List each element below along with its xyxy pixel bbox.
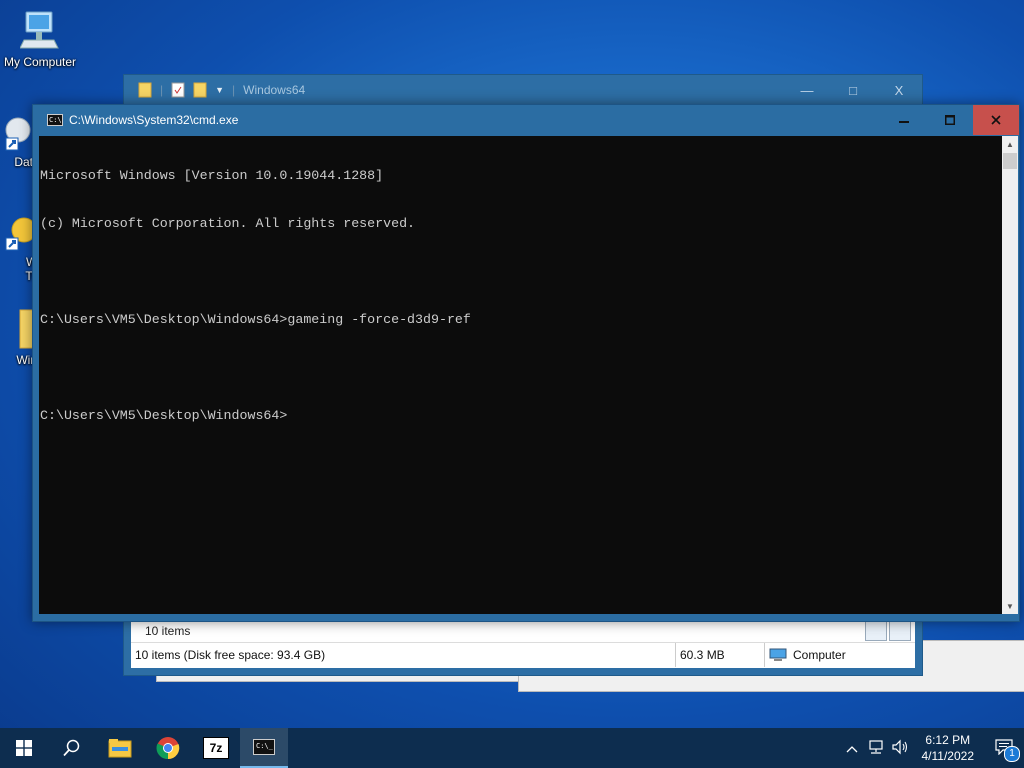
status-bar: 10 items (Disk free space: 93.4 GB) 60.3… — [131, 643, 915, 667]
cmd-titlebar[interactable]: C:\ C:\Windows\System32\cmd.exe — [33, 105, 1019, 135]
notification-button[interactable]: 1 — [984, 738, 1024, 762]
explorer-window-buttons: — □ X — [784, 83, 922, 98]
explorer-bottom-panel: 10 items 10 items (Disk free space: 93.4… — [131, 620, 915, 668]
view-buttons — [865, 621, 911, 641]
minimize-button[interactable] — [881, 105, 927, 135]
close-button[interactable]: X — [876, 83, 922, 98]
maximize-icon — [945, 115, 955, 125]
console-output[interactable]: Microsoft Windows [Version 10.0.19044.12… — [39, 136, 1002, 614]
explorer-title: Windows64 — [243, 83, 306, 97]
search-button[interactable] — [48, 728, 96, 768]
items-count: 10 items — [145, 624, 191, 638]
desktop-icon-label: My Computer — [3, 55, 77, 69]
status-items-free: 10 items (Disk free space: 93.4 GB) — [131, 643, 676, 667]
console-prompt[interactable]: C:\Users\VM5\Desktop\Windows64> — [39, 408, 1002, 424]
new-folder-icon[interactable] — [193, 82, 207, 98]
scrollbar-thumb[interactable] — [1003, 153, 1017, 169]
clock-date: 4/11/2022 — [921, 749, 975, 763]
scroll-up-arrow[interactable]: ▲ — [1002, 136, 1018, 152]
7zip-label: 7z — [209, 741, 223, 755]
search-icon — [63, 739, 80, 757]
cmd-icon: C:\_ — [253, 739, 275, 755]
quick-access-toolbar: | ▼ | Windows64 — [124, 82, 305, 98]
taskbar-7zip[interactable]: 7z — [192, 728, 240, 768]
chevron-down-icon[interactable]: ▼ — [215, 85, 224, 95]
console-line: (c) Microsoft Corporation. All rights re… — [40, 216, 416, 231]
desktop-icon-my-computer[interactable]: My Computer — [0, 10, 80, 69]
close-icon — [991, 115, 1001, 125]
maximize-button[interactable] — [927, 105, 973, 135]
7zip-icon: 7z — [203, 737, 229, 759]
volume-icon[interactable] — [888, 739, 912, 758]
minimize-icon — [899, 121, 909, 123]
scroll-down-arrow[interactable]: ▼ — [1002, 598, 1018, 614]
taskbar-file-explorer[interactable] — [96, 728, 144, 768]
separator: | — [160, 83, 164, 97]
explorer-titlebar[interactable]: | ▼ | Windows64 — □ X — [124, 75, 922, 105]
chrome-icon — [156, 737, 180, 760]
chevron-up-icon[interactable] — [840, 741, 864, 756]
cmd-window-buttons — [881, 105, 1019, 135]
clock[interactable]: 6:12 PM 4/11/2022 — [912, 732, 985, 764]
system-tray: 6:12 PM 4/11/2022 1 — [840, 728, 1024, 768]
vertical-scrollbar[interactable]: ▲ ▼ — [1002, 136, 1018, 614]
taskbar: 7z C:\_ 6:12 PM 4/11/2022 1 — [0, 728, 1024, 768]
cmd-icon: C:\ — [47, 114, 63, 126]
network-icon[interactable] — [864, 739, 888, 758]
properties-icon[interactable] — [171, 82, 185, 98]
console-line: C:\Users\VM5\Desktop\Windows64>gameing -… — [40, 312, 471, 327]
taskbar-cmd[interactable]: C:\_ — [240, 728, 288, 768]
start-button[interactable] — [0, 728, 48, 768]
folder-icon[interactable] — [138, 82, 152, 98]
taskbar-chrome[interactable] — [144, 728, 192, 768]
cmd-window[interactable]: C:\ C:\Windows\System32\cmd.exe Microsof… — [32, 104, 1020, 622]
large-icons-view-icon[interactable] — [889, 621, 911, 641]
minimize-button[interactable]: — — [784, 83, 830, 98]
items-count-row: 10 items — [131, 620, 915, 643]
cmd-title: C:\Windows\System32\cmd.exe — [69, 113, 239, 127]
notification-badge: 1 — [1004, 745, 1020, 762]
windows-logo-icon — [16, 740, 32, 756]
clock-time: 6:12 PM — [925, 733, 971, 747]
file-explorer-icon — [108, 739, 132, 758]
status-location-label: Computer — [793, 648, 846, 662]
computer-icon — [769, 648, 787, 661]
computer-icon — [20, 11, 59, 49]
close-button[interactable] — [973, 105, 1019, 135]
details-view-icon[interactable] — [865, 621, 887, 641]
console-line: Microsoft Windows [Version 10.0.19044.12… — [40, 168, 384, 183]
status-location: Computer — [765, 643, 850, 667]
maximize-button[interactable]: □ — [830, 83, 876, 98]
status-size: 60.3 MB — [676, 643, 765, 667]
separator: | — [232, 83, 236, 97]
